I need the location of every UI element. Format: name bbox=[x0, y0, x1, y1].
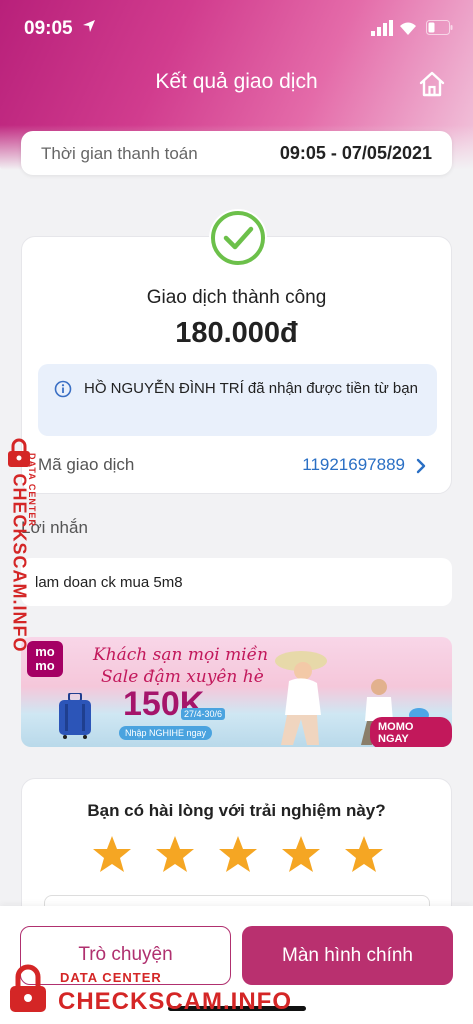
recipient-info-text: HỒ NGUYỄN ĐÌNH TRÍ đã nhận được tiền từ … bbox=[84, 380, 418, 397]
momo-logo: mo mo bbox=[27, 641, 63, 677]
battery-icon bbox=[426, 20, 453, 35]
payment-time-value: 09:05 - 07/05/2021 bbox=[279, 143, 432, 163]
message-text: lam doan ck mua 5m8 bbox=[35, 574, 183, 591]
watermark-text: CHECKSCAM.INFO bbox=[9, 473, 30, 653]
suitcase-illustration bbox=[59, 693, 91, 739]
star-icon[interactable] bbox=[92, 834, 132, 874]
watermark-text: CHECKSCAM.INFO bbox=[58, 988, 292, 1015]
recipient-info-box: HỒ NGUYỄN ĐÌNH TRÍ đã nhận được tiền từ … bbox=[38, 364, 437, 436]
transaction-result-card: Giao dịch thành công 180.000đ HỒ NGUYỄN … bbox=[21, 209, 452, 494]
signal-icon bbox=[371, 20, 393, 36]
wifi-icon bbox=[400, 22, 416, 35]
star-icon[interactable] bbox=[218, 834, 258, 874]
transaction-id-link[interactable]: 11921697889 bbox=[302, 455, 405, 475]
success-check-icon bbox=[209, 209, 267, 267]
bottom-watermark: DATA CENTER CHECKSCAM.INFO bbox=[8, 964, 308, 1020]
home-icon[interactable] bbox=[418, 70, 446, 98]
transaction-id-label: Mã giao dịch bbox=[38, 455, 135, 474]
survey-question: Bạn có hài lòng với trải nghiệm này? bbox=[87, 801, 386, 820]
banner-cta-button[interactable]: MOMO NGAY bbox=[370, 717, 452, 747]
promo-banner[interactable]: mo mo Khách sạn mọi miền Sale đậm xuyên … bbox=[21, 637, 452, 747]
banner-code: Nhập NGHIHE ngay bbox=[119, 726, 213, 740]
banner-date: 27/4-30/6 bbox=[181, 708, 226, 720]
message-box: lam doan ck mua 5m8 bbox=[21, 558, 452, 606]
chevron-right-icon[interactable] bbox=[415, 458, 427, 474]
location-arrow-icon bbox=[83, 20, 95, 32]
star-icon[interactable] bbox=[344, 834, 384, 874]
payment-time-card: Thời gian thanh toán 09:05 - 07/05/2021 bbox=[21, 131, 452, 175]
side-watermark: DATA CENTER CHECKSCAM.INFO bbox=[4, 438, 37, 660]
watermark-subtitle: DATA CENTER bbox=[60, 970, 162, 985]
transaction-status: Giao dịch thành công bbox=[146, 287, 327, 308]
status-bar: 09:05 bbox=[0, 0, 473, 58]
star-icon[interactable] bbox=[155, 834, 195, 874]
status-time: 09:05 bbox=[24, 18, 73, 39]
info-icon bbox=[54, 380, 72, 398]
page-title: Kết quả giao dịch bbox=[155, 70, 318, 93]
transaction-amount: 180.000đ bbox=[175, 317, 298, 349]
payment-time-label: Thời gian thanh toán bbox=[41, 144, 198, 163]
lock-icon bbox=[10, 964, 46, 1012]
star-icon[interactable] bbox=[281, 834, 321, 874]
star-rating[interactable] bbox=[92, 834, 392, 874]
